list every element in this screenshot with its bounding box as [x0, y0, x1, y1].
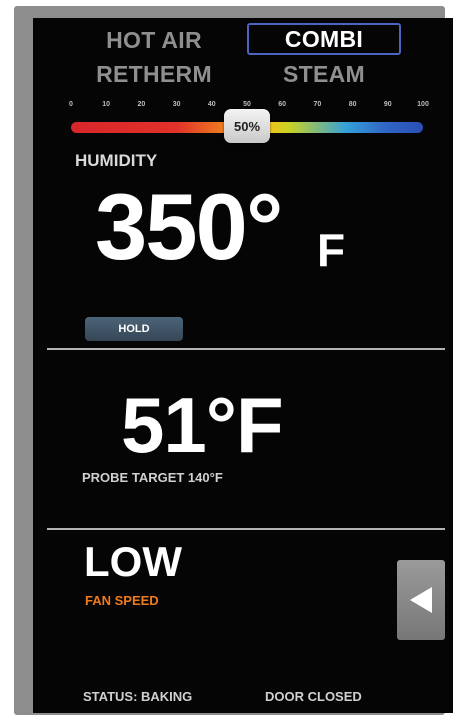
humidity-tick-label: 90 [383, 101, 392, 108]
back-button[interactable] [397, 560, 445, 640]
mode-hot-air-button[interactable]: HOT AIR [79, 24, 229, 56]
humidity-tick-label: 20 [137, 101, 146, 108]
humidity-slider-thumb[interactable]: 50% [224, 109, 270, 143]
oven-temperature-unit: F [317, 224, 346, 276]
humidity-tick-label: 100 [417, 101, 429, 108]
humidity-tick-label: 10 [102, 101, 111, 108]
humidity-tick-label: 30 [172, 101, 181, 108]
humidity-tick-label: 60 [278, 101, 287, 108]
humidity-tick-label: 50 [243, 101, 251, 108]
humidity-tick-label: 40 [207, 101, 216, 108]
humidity-tick-label: 0 [69, 101, 73, 108]
section-divider [47, 348, 445, 350]
mode-retherm-button[interactable]: RETHERM [79, 58, 229, 90]
arrow-left-icon [410, 587, 432, 613]
humidity-label: HUMIDITY [75, 151, 158, 170]
mode-combi-button[interactable]: COMBI [247, 23, 401, 55]
section-divider [47, 528, 445, 530]
fan-speed-label: FAN SPEED [85, 593, 159, 608]
oven-control-panel: HOT AIR COMBI RETHERM STEAM 0 10 20 30 40 50 6… [14, 6, 453, 715]
mode-steam-button[interactable]: STEAM [247, 58, 401, 90]
humidity-tick-label: 80 [348, 101, 357, 108]
oven-temperature-value: 350° [95, 174, 283, 279]
humidity-tick-label: 70 [313, 101, 322, 108]
probe-target-label: PROBE TARGET 140°F [82, 470, 223, 485]
probe-temperature-value: 51°F [121, 381, 284, 469]
touch-screen: HOT AIR COMBI RETHERM STEAM 0 10 20 30 40 50 6… [33, 18, 453, 713]
status-text: STATUS: BAKING [83, 689, 193, 704]
door-status-text: DOOR CLOSED [265, 689, 362, 704]
fan-speed-value: LOW [84, 538, 182, 585]
hold-button[interactable]: HOLD [85, 317, 183, 341]
